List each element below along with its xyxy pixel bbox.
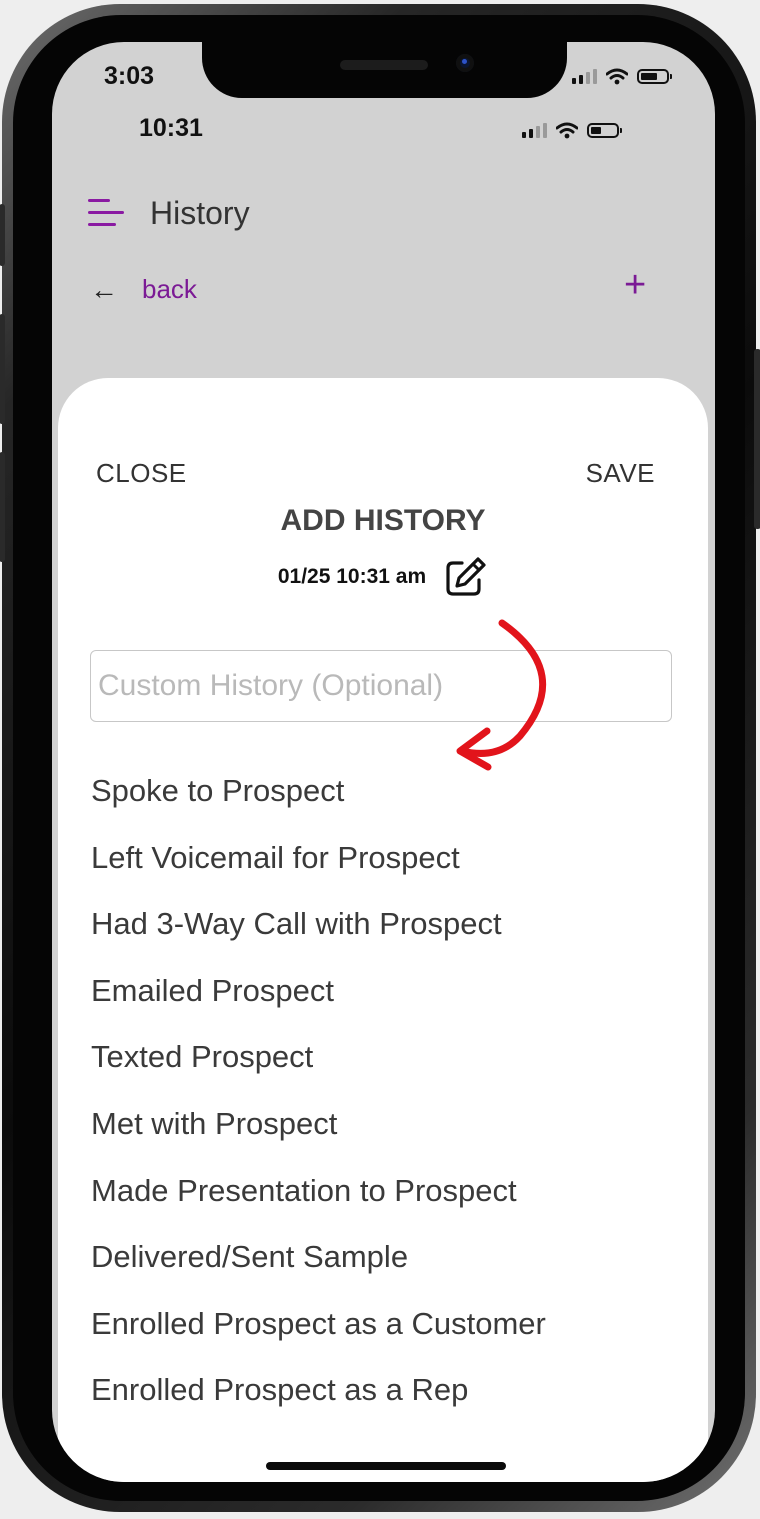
curved-arrow-annotation [456, 619, 547, 771]
datetime-value: 01/25 10:31 am [277, 565, 427, 588]
back-link[interactable]: back [142, 274, 197, 305]
outer-signal-icon [572, 69, 597, 84]
hamburger-menu-icon[interactable] [88, 199, 124, 229]
screen: 3:03 10:31 History ← back + CLOSE SAVE A… [52, 42, 715, 1482]
list-item[interactable]: Met with Prospect [91, 1103, 546, 1170]
speaker-grille [340, 60, 428, 70]
notch [202, 42, 567, 98]
history-options-list: Spoke to Prospect Left Voicemail for Pro… [91, 770, 546, 1436]
list-item[interactable]: Spoke to Prospect [91, 770, 546, 837]
save-button[interactable]: SAVE [586, 458, 655, 489]
list-item[interactable]: Enrolled Prospect as a Rep [91, 1369, 546, 1436]
wifi-icon [556, 122, 578, 139]
custom-history-input[interactable] [90, 650, 672, 722]
sheet-title: ADD HISTORY [280, 504, 486, 537]
volume-down-button [0, 452, 5, 562]
outer-status-icons [572, 68, 672, 85]
list-item[interactable]: Texted Prospect [91, 1036, 546, 1103]
page-title: History [150, 195, 250, 231]
outer-status-time: 3:03 [104, 62, 155, 90]
outer-battery-icon [637, 69, 672, 84]
add-history-sheet: CLOSE SAVE ADD HISTORY 01/25 10:31 am Sp… [58, 378, 708, 1482]
edit-pencil-icon[interactable] [442, 554, 488, 600]
battery-icon [587, 123, 622, 138]
add-button[interactable]: + [624, 264, 646, 307]
volume-up-button [0, 314, 5, 424]
status-icons [522, 122, 622, 139]
arrow-left-icon[interactable]: ← [90, 274, 118, 306]
app-header: 3:03 10:31 History ← back + [52, 42, 715, 382]
status-time: 10:31 [139, 114, 203, 142]
list-item[interactable]: Emailed Prospect [91, 970, 546, 1037]
outer-wifi-icon [606, 68, 628, 85]
power-button [754, 349, 760, 529]
list-item[interactable]: Had 3-Way Call with Prospect [91, 903, 546, 970]
silent-switch [0, 204, 5, 266]
phone-frame: 3:03 10:31 History ← back + CLOSE SAVE A… [0, 4, 760, 1512]
signal-icon [522, 123, 547, 138]
datetime-row: 01/25 10:31 am [58, 554, 708, 600]
front-camera [456, 54, 474, 72]
list-item[interactable]: Left Voicemail for Prospect [91, 837, 546, 904]
list-item[interactable]: Made Presentation to Prospect [91, 1170, 546, 1237]
close-button[interactable]: CLOSE [96, 458, 187, 489]
list-item[interactable]: Delivered/Sent Sample [91, 1236, 546, 1303]
list-item[interactable]: Enrolled Prospect as a Customer [91, 1303, 546, 1370]
home-indicator[interactable] [266, 1462, 506, 1470]
